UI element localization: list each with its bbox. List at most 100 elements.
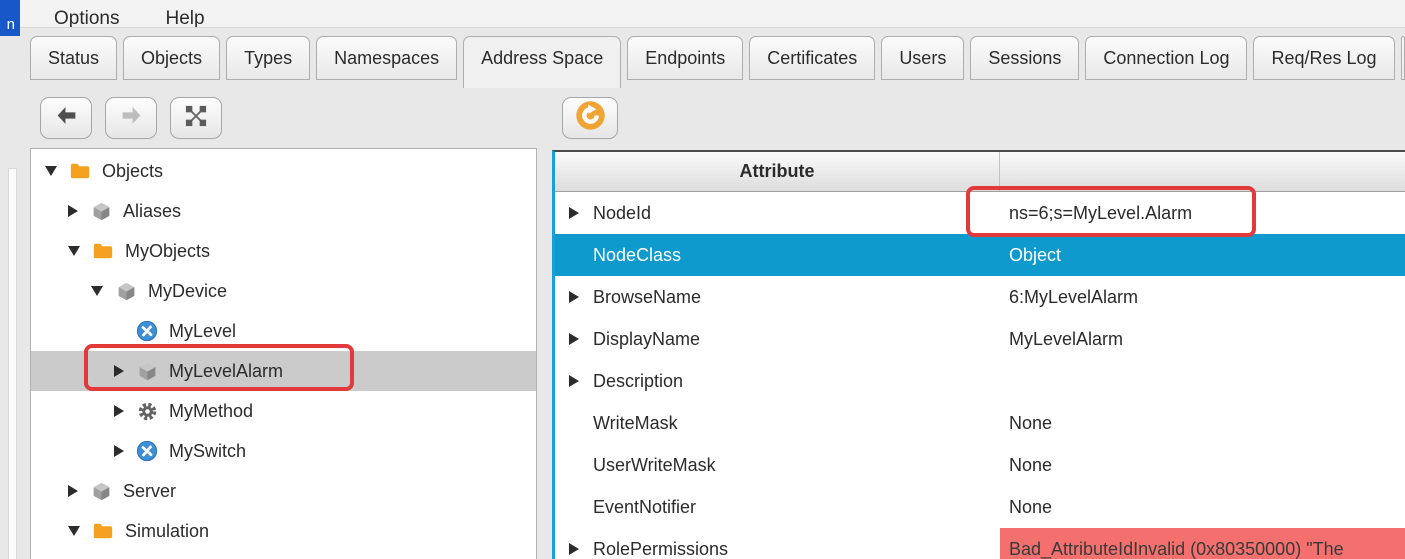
chevron-right-icon[interactable]: [68, 205, 78, 217]
attribute-row-displayname[interactable]: DisplayName MyLevelAlarm: [555, 318, 1405, 360]
tab-connection-log[interactable]: Connection Log: [1085, 36, 1247, 80]
attribute-name-cell: EventNotifier: [555, 486, 1000, 528]
attribute-name: NodeClass: [593, 245, 681, 266]
references-graph-icon: [185, 105, 207, 132]
references-button[interactable]: [170, 97, 222, 139]
chevron-right-icon[interactable]: [569, 207, 579, 219]
folder-icon: [92, 240, 114, 262]
attribute-row-rolepermissions[interactable]: RolePermissionsBad_AttributeIdInvalid (0…: [555, 528, 1405, 559]
tab-status[interactable]: Status: [30, 36, 117, 80]
attribute-name: UserWriteMask: [593, 455, 716, 476]
attribute-value: MyLevelAlarm: [1009, 329, 1123, 350]
cube-icon: [115, 280, 137, 302]
tree-item-label: Aliases: [123, 201, 181, 222]
tree-item-label: MyLevel: [169, 321, 236, 342]
attributes-table: Attribute NodeIdns=6;s=MyLevel.AlarmNode…: [552, 150, 1405, 559]
tree-item-label: MyObjects: [125, 241, 210, 262]
tree-item-server[interactable]: Server: [31, 471, 536, 511]
window-edge-strip: [8, 168, 17, 559]
chevron-down-icon[interactable]: [45, 166, 57, 176]
tree-item-label: MySwitch: [169, 441, 246, 462]
attribute-row-eventnotifier[interactable]: EventNotifier None: [555, 486, 1405, 528]
chevron-down-icon[interactable]: [91, 286, 103, 296]
tab-certificates[interactable]: Certificates: [749, 36, 875, 80]
attribute-row-nodeclass[interactable]: NodeClass Object: [555, 234, 1405, 276]
attribute-value-cell: None: [1000, 444, 1405, 486]
address-space-tree: Objects Aliases MyObjects MyDevice MyLevel My…: [30, 148, 537, 559]
tab-sessions[interactable]: Sessions: [970, 36, 1079, 80]
attribute-name: DisplayName: [593, 329, 700, 350]
cube-icon: [136, 360, 158, 382]
chevron-down-icon[interactable]: [68, 526, 80, 536]
menu-item-options[interactable]: Options: [54, 8, 119, 28]
tree-item-mylevel[interactable]: MyLevel: [31, 311, 536, 351]
tree-item-simulation[interactable]: Simulation: [31, 511, 536, 551]
attributes-rows: NodeId ns=6;s=MyLevel.Alarm NodeClass Objec…: [555, 192, 1405, 559]
forward-arrow-icon: [119, 103, 144, 133]
tree-item-mydevice[interactable]: MyDevice: [31, 271, 536, 311]
menu-bar: Options Help: [20, 0, 1405, 28]
tree-item-partial[interactable]: [31, 551, 536, 559]
attribute-row-browsename[interactable]: BrowseName 6:MyLevelAlarm: [555, 276, 1405, 318]
attribute-value-cell: ns=6;s=MyLevel.Alarm: [1000, 192, 1405, 234]
attribute-name: NodeId: [593, 203, 651, 224]
tree-item-label: MyMethod: [169, 401, 253, 422]
attribute-name-cell: UserWriteMask: [555, 444, 1000, 486]
attribute-value-cell: [1000, 360, 1405, 402]
tab-bar: StatusObjectsTypesNamespacesAddress Spac…: [30, 28, 1405, 88]
attribute-value-cell: Object: [1000, 234, 1405, 276]
tree-item-label: MyDevice: [148, 281, 227, 302]
attribute-name-cell: BrowseName: [555, 276, 1000, 318]
attribute-row-nodeid[interactable]: NodeId ns=6;s=MyLevel.Alarm: [555, 192, 1405, 234]
tab-types[interactable]: Types: [226, 36, 310, 80]
attributes-panel: Attribute NodeIdns=6;s=MyLevel.AlarmNode…: [552, 88, 1405, 559]
tree-item-myswitch[interactable]: MySwitch: [31, 431, 536, 471]
address-space-panel: Objects Aliases MyObjects MyDevice MyLevel My…: [30, 88, 537, 559]
tree-toolbar: [30, 88, 537, 148]
tab-objects[interactable]: Objects: [123, 36, 220, 80]
attribute-value-cell: 6:MyLevelAlarm: [1000, 276, 1405, 318]
attribute-value: Object: [1009, 245, 1061, 266]
chevron-right-icon[interactable]: [68, 485, 78, 497]
chevron-right-icon[interactable]: [114, 445, 124, 457]
attribute-name-cell: NodeClass: [555, 234, 1000, 276]
tab-users[interactable]: Users: [881, 36, 964, 80]
tab-req-res-log[interactable]: Req/Res Log: [1253, 36, 1394, 80]
chevron-right-icon[interactable]: [569, 291, 579, 303]
variable-icon: [136, 320, 158, 342]
refresh-button[interactable]: [562, 97, 618, 139]
menu-item-help[interactable]: Help: [165, 8, 204, 28]
attribute-value-cell: Bad_AttributeIdInvalid (0x80350000) "The: [1000, 528, 1405, 559]
attribute-value: None: [1009, 497, 1052, 518]
tab-namespaces[interactable]: Namespaces: [316, 36, 457, 80]
attribute-row-userwritemask[interactable]: UserWriteMask None: [555, 444, 1405, 486]
tree-item-objects[interactable]: Objects: [31, 151, 536, 191]
tree-item-aliases[interactable]: Aliases: [31, 191, 536, 231]
attribute-value: None: [1009, 413, 1052, 434]
tree-item-myobjects[interactable]: MyObjects: [31, 231, 536, 271]
chevron-right-icon[interactable]: [114, 405, 124, 417]
chevron-right-icon[interactable]: [569, 543, 579, 555]
back-button[interactable]: [40, 97, 92, 139]
tree-item-label: MyLevelAlarm: [169, 361, 283, 382]
tree-item-label: Simulation: [125, 521, 209, 542]
tree-item-mymethod[interactable]: MyMethod: [31, 391, 536, 431]
attribute-name: BrowseName: [593, 287, 701, 308]
chevron-right-icon[interactable]: [569, 375, 579, 387]
chevron-down-icon[interactable]: [68, 246, 80, 256]
tab-address-space[interactable]: Address Space: [463, 36, 621, 88]
attribute-name-cell: WriteMask: [555, 402, 1000, 444]
chevron-right-icon[interactable]: [114, 365, 124, 377]
chevron-right-icon[interactable]: [569, 333, 579, 345]
forward-button[interactable]: [105, 97, 157, 139]
attribute-value: 6:MyLevelAlarm: [1009, 287, 1138, 308]
attribute-row-writemask[interactable]: WriteMask None: [555, 402, 1405, 444]
attribute-row-description[interactable]: Description: [555, 360, 1405, 402]
tree-item-mylevelalarm[interactable]: MyLevelAlarm: [31, 351, 536, 391]
attribute-name-cell: Description: [555, 360, 1000, 402]
attribute-value-cell: MyLevelAlarm: [1000, 318, 1405, 360]
attribute-name-cell: RolePermissions: [555, 528, 1000, 559]
tab-endpoints[interactable]: Endpoints: [627, 36, 743, 80]
back-arrow-icon: [54, 103, 79, 133]
tab-partial[interactable]: [1401, 36, 1405, 80]
